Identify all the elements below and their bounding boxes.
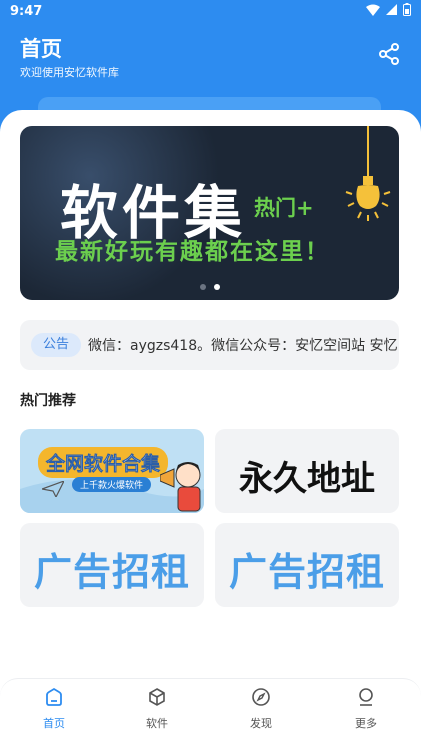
collection-title: 全网软件合集 xyxy=(38,447,169,478)
notice-bar[interactable]: 公告 微信：aygzs418。微信公众号：安忆空间站 安忆 xyxy=(20,320,399,370)
permanent-address-label: 永久地址 xyxy=(239,459,375,499)
tab-label-home: 首页 xyxy=(43,717,65,730)
bottom-tab-bar: 首页 软件 发现 更多 xyxy=(0,678,421,741)
banner-carousel[interactable]: 软件集 热门+ 最新好玩有趣都在这里！ xyxy=(20,126,399,300)
share-icon xyxy=(379,43,399,65)
tab-software[interactable]: 软件 xyxy=(117,687,197,731)
ad-card-2[interactable]: 广告招租 xyxy=(215,523,399,607)
signal-icon xyxy=(386,4,397,15)
tab-home[interactable]: 首页 xyxy=(14,687,94,731)
carousel-dot-active[interactable] xyxy=(213,284,220,290)
carousel-indicators xyxy=(20,284,399,290)
tab-label-discover: 发现 xyxy=(250,717,272,730)
box-icon xyxy=(149,688,165,706)
cartoon-figure xyxy=(160,462,201,512)
status-time: 9:47 xyxy=(10,4,43,19)
battery-icon xyxy=(403,3,411,16)
paper-plane-icon xyxy=(42,481,64,497)
ad-label-2: 广告招租 xyxy=(228,550,385,594)
collection-card[interactable]: 全网软件合集 上千款火爆软件 xyxy=(20,429,204,513)
status-bar: 9:47 xyxy=(0,0,421,24)
compass-icon xyxy=(252,688,270,706)
permanent-address-card[interactable]: 永久地址 xyxy=(215,429,399,513)
tab-discover[interactable]: 发现 xyxy=(221,687,301,731)
lightbulb-icon xyxy=(345,126,391,221)
carousel-dot[interactable] xyxy=(199,284,206,290)
ad-label-1: 广告招租 xyxy=(33,550,190,594)
banner-hot-label: 热门+ xyxy=(254,196,314,220)
collection-subtitle: 上千款火爆软件 xyxy=(72,477,152,492)
tab-more[interactable]: 更多 xyxy=(326,687,406,731)
user-icon xyxy=(359,688,373,706)
tab-label-more: 更多 xyxy=(355,717,377,730)
status-icons xyxy=(366,3,411,16)
ad-card-1[interactable]: 广告招租 xyxy=(20,523,204,607)
home-icon xyxy=(46,687,62,706)
notice-text: 微信：aygzs418。微信公众号：安忆空间站 安忆 xyxy=(88,338,398,354)
tab-label-software: 软件 xyxy=(146,717,168,730)
page-title: 首页 xyxy=(20,37,62,61)
share-button[interactable] xyxy=(377,42,401,66)
notice-tag: 公告 xyxy=(31,333,82,357)
page-subtitle: 欢迎使用安忆软件库 xyxy=(20,66,119,79)
wifi-icon xyxy=(366,4,380,16)
banner-slogan: 最新好玩有趣都在这里！ xyxy=(55,239,330,265)
section-title: 热门推荐 xyxy=(20,393,76,409)
